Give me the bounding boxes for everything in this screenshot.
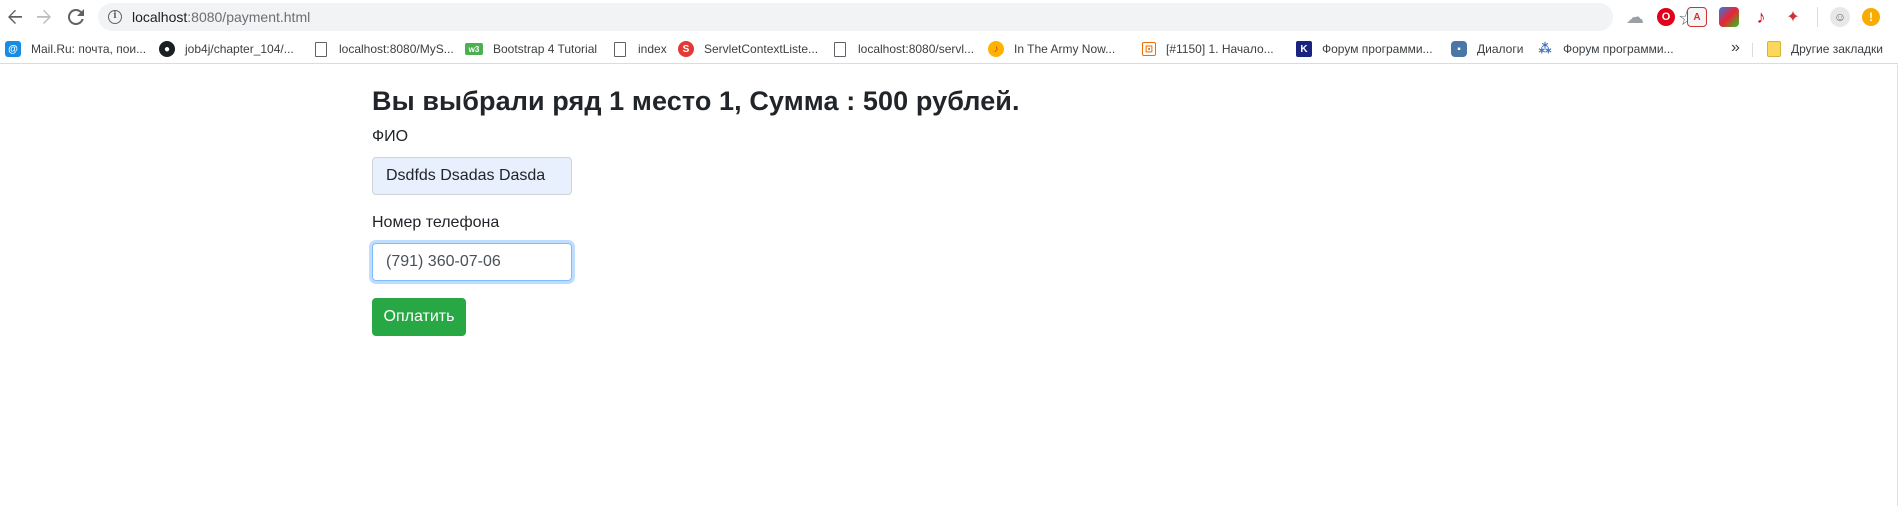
page-icon [834,41,846,57]
cloud-extension-icon[interactable]: ☁ [1625,7,1645,27]
arrow-left-icon [8,9,22,24]
pdf-extension-icon[interactable]: A [1687,7,1707,27]
bookmark-forum[interactable]: K Форум программи... [1296,39,1433,59]
bookmark-label: Форум программи... [1322,42,1433,56]
bookmark-label: index [638,42,667,56]
name-input[interactable] [372,157,572,195]
bookmark-label: Форум программи... [1563,42,1674,56]
bookmark-label: ServletContextListe... [704,42,819,56]
folder-icon [1767,41,1781,57]
extensions-area: ☁ O A ♪ ✦ ☺ ! [1625,7,1880,27]
reload-button[interactable] [61,2,91,32]
bookmark-forum-2[interactable]: ⁂ Форум программи... [1537,39,1674,59]
bookmark-label: Другие закладки [1791,42,1883,56]
page-icon [315,41,327,57]
bookmark-bootstrap[interactable]: w3 Bootstrap 4 Tutorial [465,39,597,59]
browser-toolbar: i localhost:8080/payment.html ☆ ☁ O A ♪ … [0,0,1898,34]
bookmark-mailru[interactable]: @ Mail.Ru: почта, пои... [5,39,146,59]
bookmarks-more-button[interactable]: » [1731,39,1740,57]
alert-icon[interactable]: ! [1862,8,1880,26]
bookmark-localhost-servl[interactable]: localhost:8080/servl... [832,39,974,59]
bookmark-dialogs[interactable]: ▪ Диалоги [1451,39,1523,59]
info-icon[interactable]: i [108,10,122,24]
forward-button[interactable] [29,2,59,32]
bookmark-index[interactable]: index [612,39,667,59]
bookmark-servlet[interactable]: S ServletContextListe... [678,39,818,59]
pay-button[interactable]: Оплатить [372,298,466,336]
bookmark-other[interactable]: Другие закладки [1767,39,1883,59]
bookmark-army[interactable]: ♪ In The Army Now... [988,39,1115,59]
servlet-icon: S [678,41,694,57]
url-text[interactable]: localhost:8080/payment.html [132,9,310,25]
dialog-icon: ▪ [1451,41,1467,57]
music-extension-icon[interactable]: ♪ [1751,7,1771,27]
arrow-right-icon [37,9,51,24]
bookmark-label: localhost:8080/MyS... [339,42,454,56]
github-icon: ● [159,41,175,57]
bookmark-label: In The Army Now... [1014,42,1116,56]
profile-avatar-icon[interactable]: ☺ [1830,7,1850,27]
mailru-icon: @ [5,41,21,57]
bookmarks-bar: @ Mail.Ru: почта, пои... ● job4j/chapter… [0,34,1898,64]
forum2-icon: ⁂ [1538,41,1552,56]
toolbar-divider [1817,7,1818,27]
reload-icon [68,9,84,25]
opera-extension-icon[interactable]: O [1657,8,1675,26]
bookmark-label: localhost:8080/servl... [858,42,975,56]
back-button[interactable] [0,2,30,32]
screenshot-extension-icon[interactable] [1719,7,1739,27]
bookmark-label: Bootstrap 4 Tutorial [493,42,598,56]
phone-label: Номер телефона [372,214,500,231]
page-content: Вы выбрали ряд 1 место 1, Сумма : 500 ру… [0,65,1898,506]
puzzle-extension-icon[interactable]: ✦ [1783,7,1803,27]
url-path: :8080/payment.html [187,9,311,25]
bookmark-label: Mail.Ru: почта, пои... [31,42,147,56]
bookmark-task[interactable]: ⊡ [#1150] 1. Начало... [1142,39,1274,59]
bookmark-label: Диалоги [1477,42,1524,56]
task-icon: ⊡ [1142,42,1156,56]
url-host: localhost [132,9,188,25]
bookmark-github[interactable]: ● job4j/chapter_104/... [159,39,294,59]
bookmarks-divider [1752,43,1753,57]
w3schools-icon: w3 [465,43,483,55]
phone-input[interactable] [372,243,572,281]
music-icon: ♪ [988,41,1004,57]
bookmark-label: [#1150] 1. Начало... [1166,42,1274,56]
name-label: ФИО [372,128,409,145]
page-icon [614,41,626,57]
bookmark-localhost-mys[interactable]: localhost:8080/MyS... [313,39,454,59]
bookmark-label: job4j/chapter_104/... [185,42,294,56]
forum-icon: K [1296,41,1312,57]
page-title: Вы выбрали ряд 1 место 1, Сумма : 500 ру… [372,86,1020,116]
address-bar[interactable]: i localhost:8080/payment.html ☆ [98,3,1696,31]
